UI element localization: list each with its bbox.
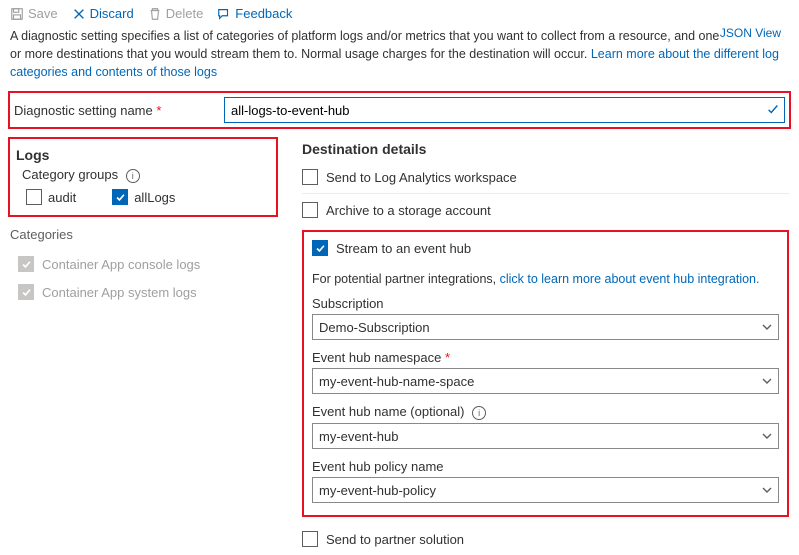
- namespace-label: Event hub namespace: [312, 350, 441, 365]
- ehname-select[interactable]: my-event-hub: [312, 423, 779, 449]
- chevron-down-icon: [762, 322, 772, 332]
- eh-note-prefix: For potential partner integrations,: [312, 272, 500, 286]
- audit-label: audit: [48, 190, 76, 205]
- alllogs-checkbox[interactable]: [112, 189, 128, 205]
- delete-icon: [148, 7, 162, 21]
- dest-partner-row[interactable]: Send to partner solution: [302, 523, 789, 555]
- subscription-value: Demo-Subscription: [319, 320, 430, 335]
- audit-checkbox-wrap[interactable]: audit: [26, 189, 76, 205]
- json-view-link[interactable]: JSON View: [720, 25, 781, 42]
- audit-checkbox[interactable]: [26, 189, 42, 205]
- category-item: Container App console logs: [8, 250, 278, 278]
- delete-label: Delete: [166, 6, 204, 21]
- dest-eventhub-checkbox[interactable]: [312, 240, 328, 256]
- dest-law-checkbox[interactable]: [302, 169, 318, 185]
- category-groups-label: Category groups: [22, 167, 118, 182]
- event-hub-box: Stream to an event hub For potential par…: [302, 230, 789, 517]
- required-indicator: *: [156, 103, 161, 118]
- feedback-button[interactable]: Feedback: [217, 6, 292, 21]
- dest-storage-checkbox[interactable]: [302, 202, 318, 218]
- chevron-down-icon: [762, 376, 772, 386]
- namespace-select[interactable]: my-event-hub-name-space: [312, 368, 779, 394]
- info-icon[interactable]: i: [126, 169, 140, 183]
- alllogs-checkbox-wrap[interactable]: allLogs: [112, 189, 175, 205]
- cat-label: Container App system logs: [42, 285, 197, 300]
- subscription-select[interactable]: Demo-Subscription: [312, 314, 779, 340]
- delete-button[interactable]: Delete: [148, 6, 204, 21]
- ehname-label: Event hub name (optional): [312, 404, 464, 419]
- cat-checkbox: [18, 284, 34, 300]
- required-indicator: *: [445, 350, 450, 365]
- check-ok-icon: [766, 102, 780, 119]
- dest-law-label: Send to Log Analytics workspace: [326, 170, 517, 185]
- discard-label: Discard: [90, 6, 134, 21]
- save-icon: [10, 7, 24, 21]
- save-button[interactable]: Save: [10, 6, 58, 21]
- category-item: Container App system logs: [8, 278, 278, 306]
- logs-title: Logs: [16, 147, 270, 163]
- save-label: Save: [28, 6, 58, 21]
- setting-name-input-wrap[interactable]: [224, 97, 785, 123]
- namespace-value: my-event-hub-name-space: [319, 374, 474, 389]
- logs-group-box: Logs Category groups i audit allLogs: [8, 137, 278, 217]
- dest-law-row[interactable]: Send to Log Analytics workspace: [302, 161, 789, 194]
- discard-button[interactable]: Discard: [72, 6, 134, 21]
- dest-partner-checkbox[interactable]: [302, 531, 318, 547]
- dest-eventhub-label: Stream to an event hub: [336, 241, 471, 256]
- categories-label: Categories: [10, 227, 278, 242]
- policy-label: Event hub policy name: [312, 459, 779, 474]
- subscription-label: Subscription: [312, 296, 779, 311]
- alllogs-label: allLogs: [134, 190, 175, 205]
- info-icon[interactable]: i: [472, 406, 486, 420]
- feedback-icon: [217, 7, 231, 21]
- policy-select[interactable]: my-event-hub-policy: [312, 477, 779, 503]
- policy-value: my-event-hub-policy: [319, 483, 436, 498]
- eh-note-link[interactable]: click to learn more about event hub inte…: [500, 272, 760, 286]
- setting-name-row: Diagnostic setting name *: [8, 91, 791, 129]
- chevron-down-icon: [762, 485, 772, 495]
- cat-checkbox: [18, 256, 34, 272]
- dest-partner-label: Send to partner solution: [326, 532, 464, 547]
- setting-name-input[interactable]: [229, 102, 766, 119]
- ehname-value: my-event-hub: [319, 429, 398, 444]
- chevron-down-icon: [762, 431, 772, 441]
- cat-label: Container App console logs: [42, 257, 200, 272]
- destination-title: Destination details: [302, 141, 789, 157]
- close-icon: [72, 7, 86, 21]
- dest-storage-row[interactable]: Archive to a storage account: [302, 194, 789, 226]
- feedback-label: Feedback: [235, 6, 292, 21]
- dest-storage-label: Archive to a storage account: [326, 203, 491, 218]
- setting-name-label: Diagnostic setting name: [14, 103, 153, 118]
- dest-eventhub-row[interactable]: Stream to an event hub: [312, 238, 779, 264]
